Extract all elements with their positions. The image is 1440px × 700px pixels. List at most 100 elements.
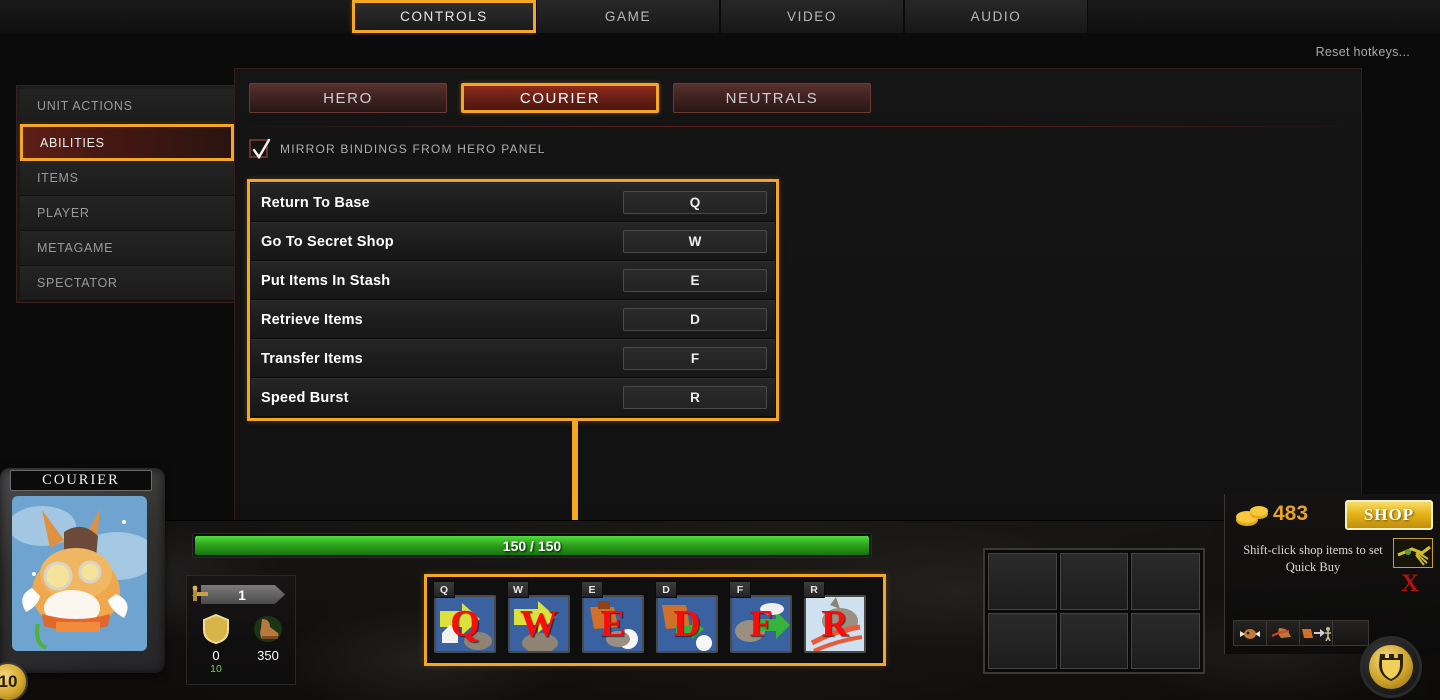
sidebar-item-label: UNIT ACTIONS: [37, 99, 133, 113]
courier-control-bar: [1233, 620, 1369, 646]
sidebar-item-label: PLAYER: [37, 206, 90, 220]
binding-key-button[interactable]: E: [623, 269, 767, 292]
inventory-slot[interactable]: [1059, 612, 1129, 669]
sidebar: UNIT ACTIONS ABILITIES ITEMS PLAYER META…: [16, 85, 238, 303]
binding-key-button[interactable]: Q: [623, 191, 767, 214]
shop-button-label: SHOP: [1363, 505, 1415, 524]
binding-key-button[interactable]: D: [623, 308, 767, 331]
tab-controls[interactable]: CONTROLS: [352, 0, 536, 33]
mirror-bindings-row[interactable]: MIRROR BINDINGS FROM HERO PANEL: [249, 138, 546, 160]
binding-action-label: Transfer Items: [261, 350, 363, 367]
ability-hotkey-label: D: [655, 581, 677, 598]
boot-icon: [251, 612, 285, 646]
armor-value: 0: [212, 648, 220, 663]
inventory-slot[interactable]: [1059, 553, 1129, 610]
ability-overlay-letter: D: [673, 603, 701, 645]
subtab-neutrals[interactable]: NEUTRALS: [673, 83, 871, 113]
ability-slot-transfer-items[interactable]: F F: [727, 581, 799, 659]
binding-action-label: Return To Base: [261, 194, 370, 211]
binding-action-label: Speed Burst: [261, 389, 349, 406]
ability-overlay-letter: W: [520, 603, 558, 645]
ability-hotkey-label: R: [803, 581, 825, 598]
sidebar-item-label: ITEMS: [37, 171, 79, 185]
subtab-courier[interactable]: COURIER: [461, 83, 659, 113]
sub-tab-divider: [249, 126, 1341, 127]
ability-slot-speed-burst[interactable]: R R: [801, 581, 873, 659]
quickbuy-item-icon[interactable]: [1393, 538, 1433, 568]
ability-slot-put-items-in-stash[interactable]: E E: [579, 581, 651, 659]
reset-hotkeys-link[interactable]: Reset hotkeys...: [1316, 45, 1410, 59]
gold-display: 483: [1235, 502, 1308, 526]
sidebar-item-metagame[interactable]: METAGAME: [20, 231, 234, 266]
tab-video[interactable]: VIDEO: [720, 0, 904, 33]
inventory-slot[interactable]: [988, 553, 1057, 610]
topbar-right-filler: [1088, 0, 1440, 33]
health-bar-fill: 150 / 150: [195, 536, 869, 555]
ability-slot-retrieve-items[interactable]: D D: [653, 581, 725, 659]
courier-select-icon[interactable]: [1234, 621, 1267, 645]
top-tab-bar: CONTROLS GAME VIDEO AUDIO: [0, 0, 1440, 33]
sidebar-item-items[interactable]: ITEMS: [20, 161, 234, 196]
courier-portrait-image[interactable]: [12, 496, 147, 651]
ability-overlay-letter: E: [600, 603, 626, 645]
sidebar-item-label: METAGAME: [37, 241, 114, 255]
checkmark-icon: [252, 138, 271, 160]
ability-bar: Q Q W W E E D D F F R R: [424, 574, 886, 666]
courier-speed-icon[interactable]: [1267, 621, 1300, 645]
binding-row-speed-burst[interactable]: Speed Burst R: [251, 378, 775, 417]
unit-stats-box: 1 0 10 350: [186, 575, 296, 685]
ability-slot-return-to-base[interactable]: Q Q: [431, 581, 503, 659]
inventory-slot[interactable]: [1131, 553, 1200, 610]
inventory-grid: [983, 548, 1205, 674]
binding-row-retrieve-items[interactable]: Retrieve Items D: [251, 300, 775, 339]
subtab-hero-label: HERO: [323, 89, 373, 107]
courier-deliver-icon[interactable]: [1300, 621, 1333, 645]
ability-slot-go-to-secret-shop[interactable]: W W: [505, 581, 577, 659]
subtab-hero[interactable]: HERO: [249, 83, 447, 113]
subtab-courier-label: COURIER: [519, 89, 601, 107]
ability-hotkey-label: E: [581, 581, 603, 598]
binding-row-go-to-secret-shop[interactable]: Go To Secret Shop W: [251, 222, 775, 261]
quickbuy-clear-x-icon[interactable]: X: [1401, 570, 1419, 598]
ability-overlay-letter: Q: [450, 603, 480, 645]
ability-hotkey-label: Q: [433, 581, 455, 598]
sidebar-item-spectator[interactable]: SPECTATOR: [20, 266, 234, 301]
buyback-emblem[interactable]: [1360, 636, 1422, 698]
shop-panel: 483 SHOP Shift-click shop items to set Q…: [1224, 494, 1440, 654]
shop-button[interactable]: SHOP: [1345, 500, 1433, 530]
gold-coins-icon: [1236, 506, 1268, 526]
health-bar-text: 150 / 150: [502, 537, 562, 554]
mirror-bindings-checkbox[interactable]: [249, 138, 271, 160]
inventory-slot[interactable]: [988, 612, 1057, 669]
binding-row-return-to-base[interactable]: Return To Base Q: [251, 183, 775, 222]
binding-row-transfer-items[interactable]: Transfer Items F: [251, 339, 775, 378]
binding-row-put-items-in-stash[interactable]: Put Items In Stash E: [251, 261, 775, 300]
tab-controls-label: CONTROLS: [400, 9, 488, 24]
tab-audio-label: AUDIO: [970, 9, 1022, 24]
sidebar-item-unit-actions[interactable]: UNIT ACTIONS: [20, 89, 234, 124]
tab-video-label: VIDEO: [786, 9, 837, 24]
armor-bonus-value: 10: [210, 663, 222, 675]
move-speed-stat: 350: [243, 612, 293, 663]
ability-overlay-letter: R: [821, 603, 849, 645]
binding-key-button[interactable]: R: [623, 386, 767, 409]
dota-settings-screen: CONTROLS GAME VIDEO AUDIO Reset hotkeys.…: [0, 0, 1440, 700]
inventory-slot[interactable]: [1131, 612, 1200, 669]
sidebar-item-abilities[interactable]: ABILITIES: [20, 124, 234, 161]
subtab-neutrals-label: NEUTRALS: [725, 89, 819, 107]
tab-game[interactable]: GAME: [536, 0, 720, 33]
binding-key-button[interactable]: F: [623, 347, 767, 370]
attack-damage-value: 1: [238, 587, 246, 603]
keybinding-list: Return To Base Q Go To Secret Shop W Put…: [247, 179, 779, 421]
tab-game-label: GAME: [604, 9, 652, 24]
ability-hotkey-label: W: [507, 581, 529, 598]
buyback-shield-icon: [1369, 645, 1413, 689]
tab-audio[interactable]: AUDIO: [904, 0, 1088, 33]
shield-icon: [199, 612, 233, 646]
sidebar-item-player[interactable]: PLAYER: [20, 196, 234, 231]
binding-action-label: Go To Secret Shop: [261, 233, 394, 250]
main-settings-panel: HERO COURIER NEUTRALS MIRROR BINDINGS FR…: [234, 68, 1362, 548]
sidebar-item-label: SPECTATOR: [37, 276, 118, 290]
mirror-bindings-label: MIRROR BINDINGS FROM HERO PANEL: [280, 141, 546, 156]
binding-key-button[interactable]: W: [623, 230, 767, 253]
